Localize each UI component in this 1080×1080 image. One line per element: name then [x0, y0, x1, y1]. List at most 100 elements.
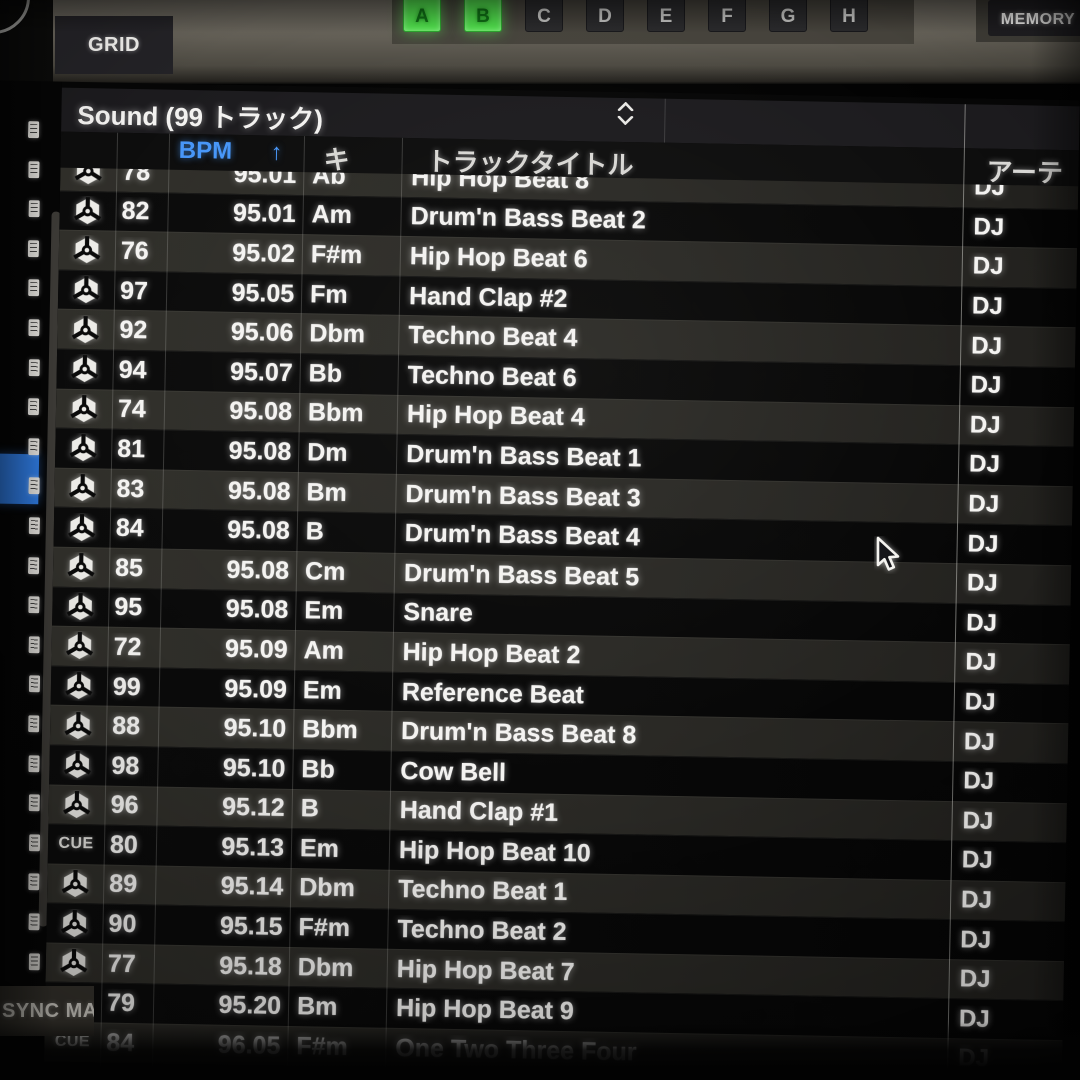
track-number: 85 — [109, 553, 162, 583]
track-artist: DJ — [959, 411, 1074, 441]
track-title: Drum'n Bass Beat 4 — [395, 519, 957, 558]
grid-tab[interactable]: GRID — [55, 16, 173, 74]
track-number: 99 — [107, 672, 160, 702]
sync-master-button[interactable]: SYNC MA — [0, 986, 94, 1036]
track-key: Am — [294, 636, 393, 667]
tree-item-marker[interactable] — [28, 676, 39, 693]
tree-item-marker[interactable] — [28, 200, 39, 217]
tree-item-marker[interactable] — [28, 834, 39, 851]
track-list-viewport: 7895.01AbHip Hop Beat 8DJ8295.01AmDrum'n… — [44, 168, 1079, 1080]
track-title: One Two Three Four — [385, 1034, 947, 1073]
track-key: Bm — [297, 478, 396, 509]
track-key: F#m — [287, 1032, 386, 1063]
track-artist: DJ — [961, 292, 1076, 322]
track-key: Bb — [292, 755, 391, 786]
tree-item-marker[interactable] — [28, 596, 39, 613]
track-status-cell — [57, 314, 114, 345]
track-status-cell — [53, 552, 110, 583]
hotcue-bank-g-button[interactable]: G — [769, 0, 807, 32]
track-icon — [69, 394, 100, 425]
tree-item-marker[interactable] — [28, 517, 39, 534]
track-status-cell — [55, 433, 112, 464]
track-bpm: 95.09 — [159, 673, 295, 704]
track-bpm: 95.01 — [168, 168, 304, 190]
hotcue-bank-e-button[interactable]: E — [647, 0, 685, 32]
track-status-cell — [51, 631, 108, 662]
track-key: Em — [294, 676, 393, 707]
track-artist: DJ — [955, 609, 1070, 639]
track-title: Techno Beat 2 — [387, 915, 949, 954]
tree-item-marker[interactable] — [28, 319, 39, 336]
hardware-top-strip: GRID ABCDEFGH MEMORY — [0, 0, 1080, 84]
track-title: Drum'n Bass Beat 8 — [391, 717, 953, 756]
track-artist: DJ — [952, 767, 1067, 797]
track-artist: DJ — [951, 846, 1066, 876]
tree-item-marker[interactable] — [28, 398, 39, 415]
track-title: Hand Clap #2 — [399, 281, 961, 320]
tree-item-marker[interactable] — [28, 755, 39, 772]
track-number: 94 — [112, 355, 165, 385]
tree-item-marker[interactable] — [28, 359, 39, 376]
tree-item-marker[interactable] — [28, 874, 39, 891]
tree-item-marker[interactable] — [28, 438, 39, 455]
tree-item-marker[interactable] — [28, 953, 39, 970]
track-status-cell: CUE — [48, 835, 104, 854]
track-icon — [70, 315, 101, 346]
track-artist: DJ — [948, 965, 1063, 995]
tree-item-marker[interactable] — [28, 794, 39, 811]
track-number: 72 — [107, 633, 160, 663]
tree-item-marker[interactable] — [28, 161, 39, 178]
header-divider — [664, 99, 666, 143]
hotcue-bank-f-button[interactable]: F — [708, 0, 746, 32]
track-key: Em — [295, 596, 394, 627]
track-status-cell — [56, 354, 113, 385]
track-key: F#m — [289, 913, 388, 944]
track-artist: DJ — [962, 253, 1077, 283]
track-title: Hip Hop Beat 9 — [386, 994, 948, 1033]
track-number: 96 — [104, 791, 157, 821]
track-key: F#m — [302, 240, 401, 271]
track-artist: DJ — [956, 569, 1071, 599]
track-title: Cow Bell — [390, 757, 952, 796]
track-key: Dbm — [290, 873, 389, 904]
track-number: 95 — [108, 593, 161, 623]
sort-toggle-icon[interactable] — [609, 102, 642, 139]
tree-item-marker[interactable] — [28, 715, 39, 732]
track-bpm: 95.10 — [157, 752, 293, 783]
track-title: Reference Beat — [392, 677, 954, 716]
track-bpm: 96.05 — [152, 1029, 288, 1060]
track-bpm: 95.06 — [165, 317, 301, 348]
hotcue-bank-a-button[interactable]: A — [403, 0, 441, 32]
memory-button[interactable]: MEMORY — [988, 0, 1080, 36]
track-status-cell — [46, 908, 103, 939]
track-key: Dbm — [289, 953, 388, 984]
tree-item-marker[interactable] — [28, 636, 39, 653]
track-artist: DJ — [950, 886, 1065, 916]
column-header-bpm[interactable]: BPM — [178, 137, 232, 166]
hotcue-bank-b-button[interactable]: B — [464, 0, 502, 32]
tree-item-marker[interactable] — [28, 279, 39, 296]
tree-item-marker[interactable] — [28, 240, 39, 257]
column-header-key[interactable]: キ — [323, 139, 350, 176]
track-status-cell — [50, 710, 107, 741]
track-number: 79 — [101, 989, 154, 1019]
track-icon — [67, 512, 98, 543]
hotcue-bank-d-button[interactable]: D — [586, 0, 624, 32]
track-title: Hip Hop Beat 2 — [392, 638, 954, 677]
tree-item-marker[interactable] — [28, 557, 39, 574]
track-number: 92 — [113, 316, 166, 346]
track-bpm: 95.05 — [166, 277, 302, 308]
mouse-cursor-icon — [874, 536, 906, 579]
hotcue-bank-h-button[interactable]: H — [830, 0, 868, 32]
tree-item-marker[interactable] — [28, 478, 39, 495]
tree-item-marker[interactable] — [28, 121, 39, 138]
track-rows: 7895.01AbHip Hop Beat 8DJ8295.01AmDrum'n… — [44, 168, 1078, 1080]
hotcue-bank-c-button[interactable]: C — [525, 0, 563, 32]
track-title: Techno Beat 6 — [397, 361, 959, 400]
track-status-cell — [51, 671, 108, 702]
track-status-cell — [58, 275, 115, 306]
tree-item-marker[interactable] — [28, 913, 39, 930]
track-bpm: 95.10 — [158, 713, 294, 744]
track-key: Fm — [301, 280, 400, 311]
track-icon — [64, 671, 95, 702]
